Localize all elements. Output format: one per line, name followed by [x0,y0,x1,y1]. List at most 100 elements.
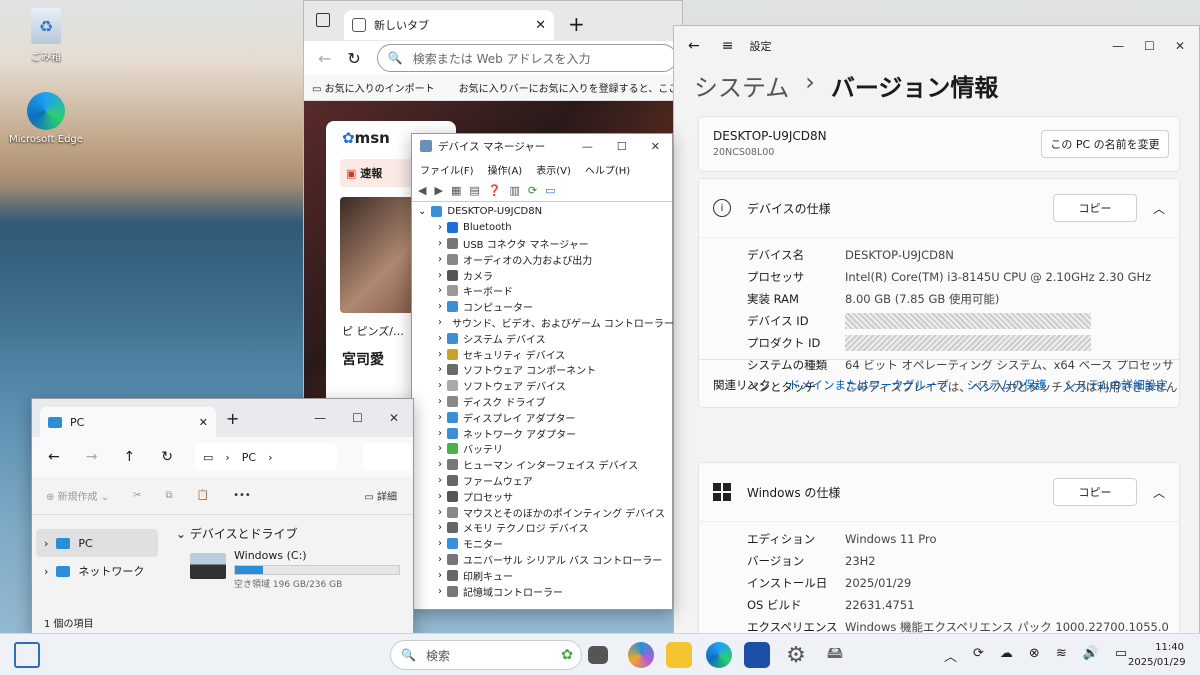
chevron-right-icon[interactable]: › [438,475,442,486]
scan-hardware-icon[interactable]: ⟳ [528,184,537,197]
chevron-right-icon[interactable]: › [438,412,442,423]
chevron-down-icon[interactable]: ⌄ [176,527,186,541]
refresh-icon[interactable]: ↻ [161,449,173,465]
address-bar[interactable]: 🔍 検索または Web アドレスを入力 [376,44,677,72]
device-category-item[interactable]: › ヒューマン インターフェイス デバイス [412,457,672,473]
copy-button[interactable]: コピー [1052,478,1137,506]
chevron-right-icon[interactable]: › [438,222,442,233]
device-manager-taskbar-icon[interactable]: 🖴 [822,642,848,668]
widgets-icon[interactable] [14,642,40,668]
explorer-tab[interactable]: PC ✕ [40,407,216,437]
close-icon[interactable]: ✕ [389,411,399,425]
device-category-item[interactable]: › ソフトウェア コンポーネント [412,362,672,378]
desktop-icon-edge[interactable]: Microsoft Edge [6,92,86,145]
minimize-icon[interactable]: — [1112,39,1124,53]
back-icon[interactable]: ← [688,38,700,54]
up-icon[interactable]: ↑ [123,449,135,465]
address-bar[interactable]: ▭ › PC › [194,443,337,471]
maximize-icon[interactable]: ☐ [1144,39,1155,53]
help-icon[interactable]: ❓ [488,184,502,197]
chevron-right-icon[interactable]: › [438,333,442,344]
sync-icon[interactable]: ⟳ [973,646,984,665]
nav-item-pc[interactable]: › PC [36,529,158,557]
back-icon[interactable]: ◀ [418,184,426,197]
chevron-right-icon[interactable]: › [438,270,442,281]
cut-icon[interactable]: ✂ [133,490,141,501]
breadcrumb-parent[interactable]: システム [694,68,789,103]
chevron-right-icon[interactable]: › [438,586,442,597]
chevron-right-icon[interactable]: › [438,554,442,565]
device-category-item[interactable]: › オーディオの入力および出力 [412,251,672,267]
device-category-item[interactable]: › ディスク ドライブ [412,394,672,410]
menu-file[interactable]: ファイル(F) [420,162,474,177]
chevron-right-icon[interactable]: › [438,317,442,328]
minimize-icon[interactable]: — [582,140,593,153]
device-category-item[interactable]: › 記憶域コントローラー [412,583,672,599]
chevron-right-icon[interactable]: › [438,522,442,533]
back-icon[interactable]: ← [318,49,331,68]
chevron-right-icon[interactable]: › [438,396,442,407]
chevron-down-icon[interactable]: ⌄ [418,206,426,217]
chevron-up-icon[interactable]: ︿ [1153,200,1165,217]
settings-icon[interactable]: ⚙ [783,642,809,668]
menu-view[interactable]: 表示(V) [536,162,571,177]
device-category-item[interactable]: › ネットワーク アダプター [412,425,672,441]
more-icon[interactable]: ••• [233,490,251,501]
view-icon[interactable]: ▥ [509,184,519,197]
device-category-item[interactable]: › ユニバーサル シリアル バス コントローラー [412,552,672,568]
copy-icon[interactable]: ⧉ [166,490,173,501]
monitor-icon[interactable]: ▭ [545,184,555,197]
device-category-item[interactable]: › 印刷キュー [412,567,672,583]
device-category-item[interactable]: › サウンド、ビデオ、およびゲーム コントローラー [412,315,674,331]
back-icon[interactable]: ← [48,449,60,465]
forward-icon[interactable]: → [86,449,98,465]
details-button[interactable]: ▭ 詳細 [364,488,397,503]
new-tab-button[interactable]: + [568,12,585,36]
forward-icon[interactable]: ▶ [434,184,442,197]
chevron-right-icon[interactable]: › [438,285,442,296]
device-category-item[interactable]: › ディスプレイ アダプター [412,409,672,425]
device-category-item[interactable]: › システム デバイス [412,330,672,346]
device-category-item[interactable]: › プロセッサ [412,488,672,504]
menu-help[interactable]: ヘルプ(H) [585,162,630,177]
device-category-item[interactable]: › Bluetooth [412,220,672,236]
chevron-up-icon[interactable]: ︿ [1153,484,1165,501]
store-icon[interactable] [744,642,770,668]
chevron-right-icon[interactable]: › [438,459,442,470]
chevron-right-icon[interactable]: › [438,491,442,502]
wifi-icon[interactable]: ≋ [1056,646,1067,665]
tree-root[interactable]: ⌄ DESKTOP-U9JCD8N [412,204,672,220]
battery-icon[interactable]: ▭ [1115,646,1127,665]
device-category-item[interactable]: › バッテリ [412,441,672,457]
chevron-right-icon[interactable]: › [438,443,442,454]
volume-icon[interactable]: 🔊 [1083,646,1099,665]
device-category-item[interactable]: › カメラ [412,267,672,283]
refresh-list-icon[interactable]: ▤ [469,184,479,197]
paste-icon[interactable]: 📋 [197,490,209,501]
chevron-right-icon[interactable]: › [438,349,442,360]
file-explorer-icon[interactable] [666,642,692,668]
chevron-right-icon[interactable]: › [44,565,48,578]
link-advanced-system-settings[interactable]: システムの詳細設定 [1065,377,1168,393]
task-view-icon[interactable] [588,646,608,664]
device-category-item[interactable]: › モニター [412,536,672,552]
close-icon[interactable]: ✕ [651,140,660,153]
nav-item-network[interactable]: › ネットワーク [36,557,158,585]
chevron-up-icon[interactable]: ︿ [944,646,957,665]
new-button[interactable]: ⊕ 新規作成 ⌄ [46,488,109,503]
chevron-right-icon[interactable]: › [438,507,442,518]
menu-action[interactable]: 操作(A) [488,162,523,177]
chevron-right-icon[interactable]: › [438,428,442,439]
windows-spec-header[interactable]: Windows の仕様 コピー ︿ [699,463,1179,521]
search-box[interactable] [362,443,411,471]
tab-actions-icon[interactable] [316,13,330,27]
chevron-right-icon[interactable]: › [438,380,442,391]
clock[interactable]: 11:40 2025/01/29 [1128,640,1186,670]
device-category-item[interactable]: › メモリ テクノロジ デバイス [412,520,672,536]
desktop-icon-recycle-bin[interactable]: ♻ ごみ箱 [6,8,86,63]
new-tab-button[interactable]: + [226,409,239,428]
device-category-item[interactable]: › セキュリティ デバイス [412,346,672,362]
copilot-icon[interactable] [628,642,654,668]
rename-pc-button[interactable]: この PC の名前を変更 [1041,130,1169,158]
menu-icon[interactable]: ≡ [722,38,734,54]
